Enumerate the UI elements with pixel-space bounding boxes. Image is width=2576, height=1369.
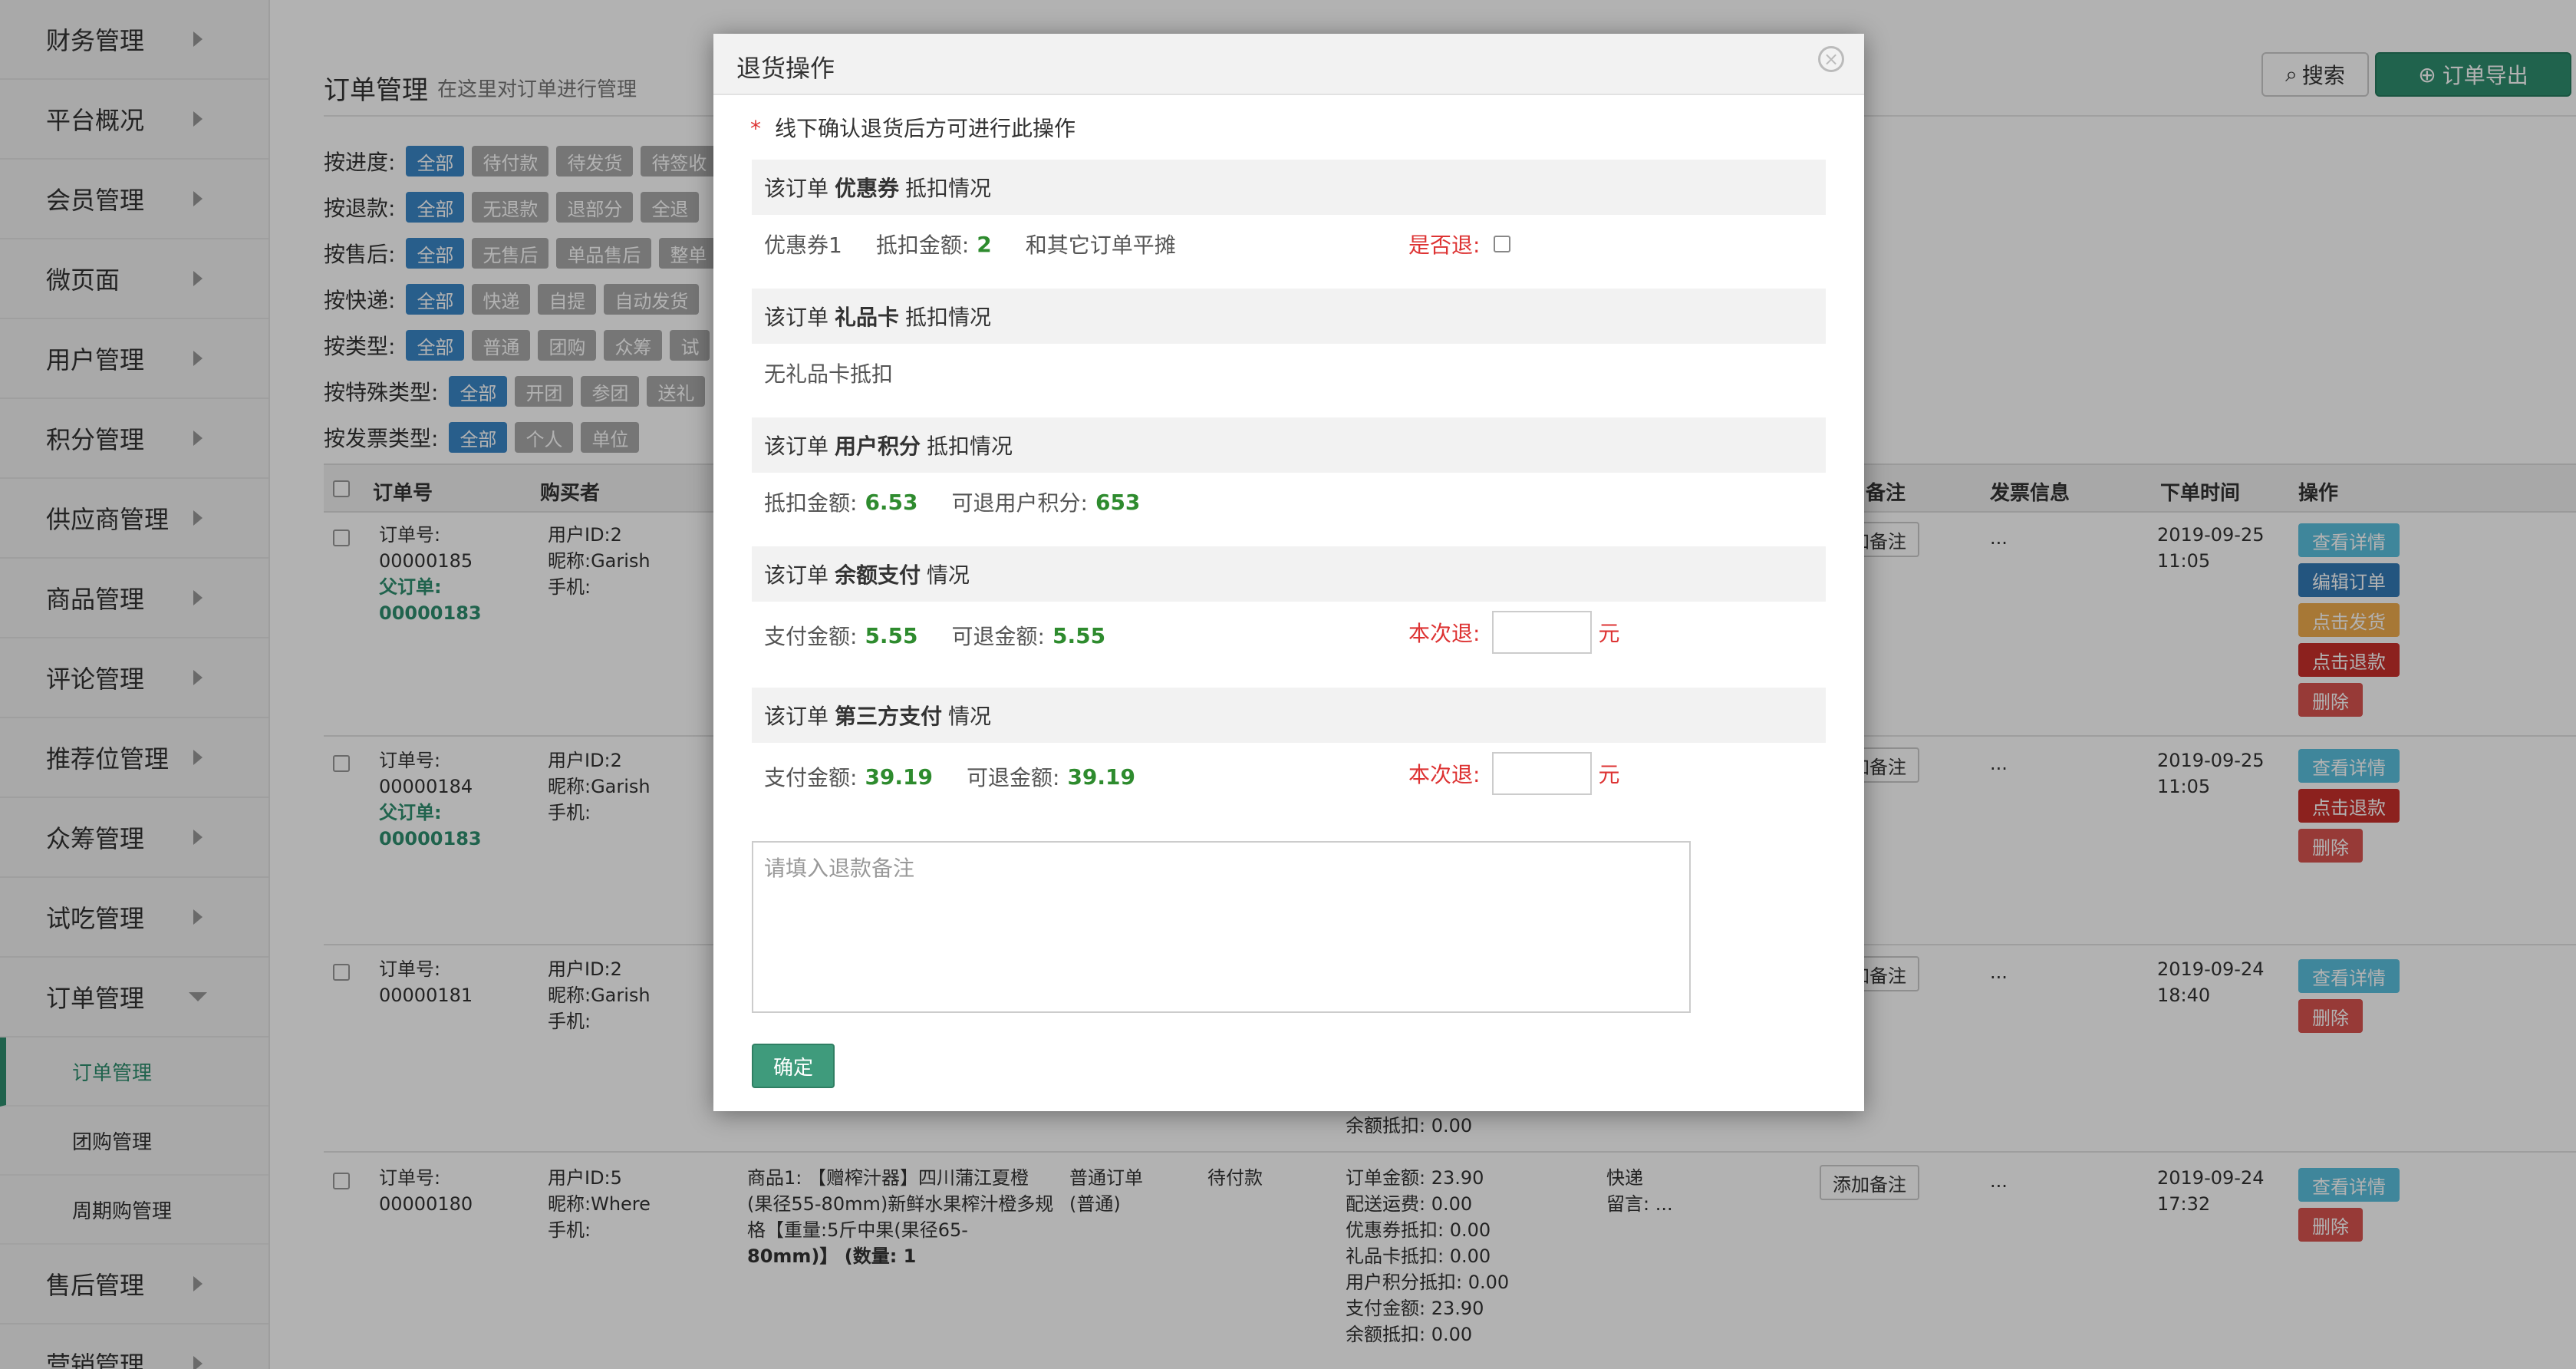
unit-label: 元 (1598, 621, 1620, 646)
section-prefix: 该订单 (764, 562, 829, 588)
section-prefix: 该订单 (764, 176, 829, 201)
section-suffix: 抵扣情况 (905, 176, 992, 201)
section-prefix: 该订单 (764, 434, 829, 459)
pay-value: 39.19 (865, 764, 934, 790)
pay-label: 支付金额: (764, 624, 858, 649)
refund-remark-textarea[interactable]: 请填入退款备注 (752, 841, 1691, 1013)
section-key: 优惠券 (835, 176, 900, 201)
deduct-value: 2 (977, 231, 992, 257)
refundable-value: 5.55 (1052, 622, 1106, 648)
giftcard-text: 无礼品卡抵扣 (764, 361, 894, 387)
unit-label: 元 (1598, 762, 1620, 787)
modal-title: 退货操作 (736, 54, 835, 83)
thirdparty-refund-input[interactable] (1492, 752, 1593, 795)
refundable-label: 可退金额: (951, 624, 1045, 649)
coupon-refund-toggle: 是否退: (1408, 229, 1511, 259)
coupon-section-header: 该订单 优惠券 抵扣情况 (752, 160, 1826, 215)
section-suffix: 抵扣情况 (905, 305, 992, 330)
modal-notice: * 线下确认退货后方可进行此操作 (750, 112, 1076, 143)
modal-header: 退货操作 × (713, 34, 1864, 95)
close-icon[interactable]: × (1818, 46, 1844, 72)
refund-modal: 退货操作 × * 线下确认退货后方可进行此操作 该订单 优惠券 抵扣情况 优惠券1 抵… (713, 34, 1864, 1111)
required-star: * (750, 116, 761, 141)
refundable-label: 可退用户积分: (951, 490, 1088, 516)
refundable-label: 可退金额: (967, 765, 1060, 790)
thirdparty-section-body: 支付金额: 39.19 可退金额: 39.19 (764, 761, 1169, 792)
thirdparty-section-header: 该订单 第三方支付 情况 (752, 688, 1826, 743)
refund-question: 是否退: (1408, 233, 1481, 258)
coupon-section-body: 优惠券1 抵扣金额: 2 和其它订单平摊 (764, 229, 1176, 259)
section-key: 余额支付 (835, 562, 921, 588)
deduct-value: 6.53 (865, 489, 918, 515)
notice-text: 线下确认退货后方可进行此操作 (775, 116, 1076, 141)
section-suffix: 情况 (948, 704, 992, 729)
balance-refund-amount: 本次退: 元 (1408, 611, 1619, 654)
balance-refund-input[interactable] (1492, 611, 1593, 654)
pay-label: 支付金额: (764, 765, 858, 790)
balance-section-body: 支付金额: 5.55 可退金额: 5.55 (764, 620, 1139, 651)
section-key: 第三方支付 (835, 704, 943, 729)
section-prefix: 该订单 (764, 305, 829, 330)
share-text: 和其它订单平摊 (1025, 233, 1176, 258)
confirm-button[interactable]: 确定 (752, 1044, 835, 1088)
giftcard-section-body: 无礼品卡抵扣 (764, 358, 893, 388)
refundable-value: 39.19 (1067, 764, 1136, 790)
section-prefix: 该订单 (764, 704, 829, 729)
refundable-value: 653 (1095, 489, 1141, 515)
section-suffix: 情况 (927, 562, 970, 588)
points-section-body: 抵扣金额: 6.53 可退用户积分: 653 (764, 487, 1174, 517)
section-key: 用户积分 (835, 434, 921, 459)
balance-section-header: 该订单 余额支付 情况 (752, 546, 1826, 602)
pay-value: 5.55 (865, 622, 918, 648)
deduct-label: 抵扣金额: (875, 233, 970, 258)
coupon-refund-checkbox[interactable] (1494, 236, 1511, 252)
thirdparty-refund-amount: 本次退: 元 (1408, 752, 1619, 795)
this-refund-label: 本次退: (1408, 621, 1481, 646)
points-section-header: 该订单 用户积分 抵扣情况 (752, 417, 1826, 473)
this-refund-label: 本次退: (1408, 762, 1481, 787)
deduct-label: 抵扣金额: (764, 490, 858, 516)
coupon-name: 优惠券1 (764, 233, 842, 258)
section-key: 礼品卡 (835, 305, 900, 330)
section-suffix: 抵扣情况 (927, 434, 1013, 459)
giftcard-section-header: 该订单 礼品卡 抵扣情况 (752, 289, 1826, 344)
